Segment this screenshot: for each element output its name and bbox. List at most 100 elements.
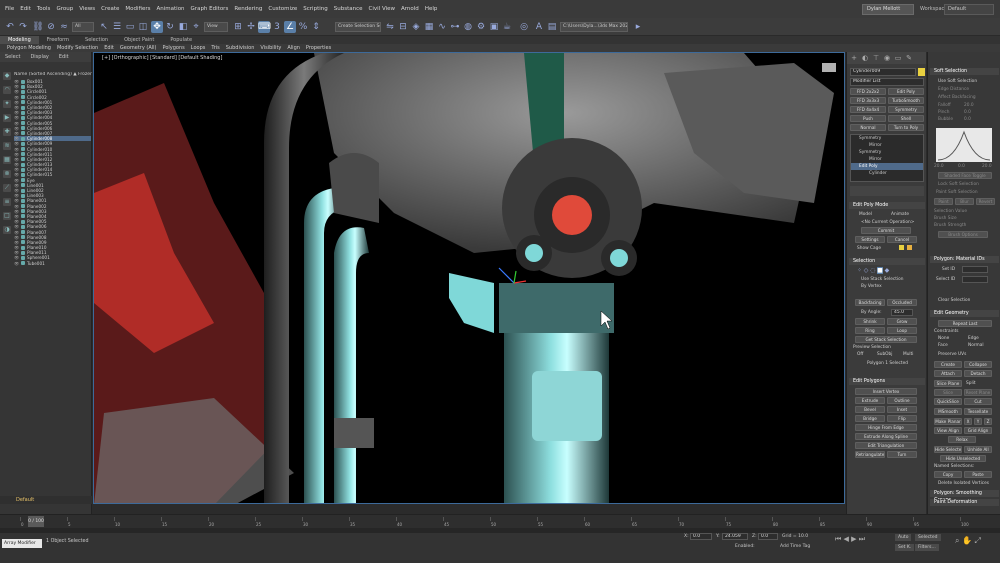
scene-tab-edit[interactable]: Edit	[54, 52, 74, 62]
snaps-toggle-icon[interactable]: 3	[271, 21, 283, 33]
set-id-field[interactable]	[962, 266, 988, 273]
filter-geometry-icon[interactable]: ◆	[3, 72, 11, 80]
ribbon-tab-modeling[interactable]: Modeling	[0, 36, 39, 44]
falloff-value[interactable]: 20.0	[964, 103, 974, 108]
tessellate-button[interactable]: Tessellate	[964, 408, 992, 415]
material-ids-rollout[interactable]: Polygon: Material IDs	[930, 256, 999, 263]
modifier-button[interactable]: Symmetry	[888, 106, 924, 113]
modifier-stack-item[interactable]: Symmetry	[851, 135, 923, 142]
add-time-tag-button[interactable]: Add Time Tag	[780, 544, 810, 549]
filter-invert-icon[interactable]: ◑	[3, 226, 11, 234]
revert-button[interactable]: Revert	[976, 198, 995, 205]
get-stack-selection-button[interactable]: Get Stack Selection	[855, 336, 917, 343]
percent-snap-icon[interactable]: %	[297, 21, 309, 33]
selection-filter-dropdown[interactable]: All	[72, 22, 94, 32]
menu-group[interactable]: Group	[53, 6, 76, 12]
element-level-icon[interactable]: ◆	[885, 267, 890, 274]
preview-multi-radio[interactable]: Multi	[903, 352, 914, 357]
brush-options-button[interactable]: Brush Options	[938, 231, 988, 238]
modifier-button[interactable]: Shell	[888, 115, 924, 122]
coord-y-field[interactable]: 24.059	[722, 533, 748, 540]
modifier-button[interactable]: FFD 3x3x3	[850, 97, 886, 104]
repeat-last-button[interactable]: Repeat Last	[938, 320, 992, 327]
smoothing-groups-rollout[interactable]: Polygon: Smoothing Groups	[930, 490, 999, 503]
unlink-icon[interactable]: ⊘	[45, 21, 57, 33]
render-frame-icon[interactable]: ▣	[488, 21, 500, 33]
menu-modifiers[interactable]: Modifiers	[122, 6, 153, 12]
mirror-icon[interactable]: ⇋	[384, 21, 396, 33]
scene-tab-select[interactable]: Select	[0, 52, 25, 62]
copy-button[interactable]: Copy	[934, 471, 962, 478]
rotate-icon[interactable]: ↻	[164, 21, 176, 33]
timeline[interactable]: 0 / 100 0 5 10 15 20 25 30 35 40 45 50 55 60 65 70 75 80…	[0, 514, 1000, 528]
ribbon-tab-populate[interactable]: Populate	[162, 36, 200, 44]
layer-footer[interactable]: Default	[0, 496, 92, 504]
select-manipulate-icon[interactable]: ✢	[245, 21, 257, 33]
redo-icon[interactable]: ↷	[17, 21, 29, 33]
edge-distance-checkbox[interactable]: Edge Distance	[938, 87, 969, 92]
paint-deformation-rollout[interactable]: Paint Deformation	[930, 499, 999, 506]
soft-selection-rollout[interactable]: Soft Selection	[930, 68, 999, 75]
selection-region-icon[interactable]: ▭	[124, 21, 136, 33]
model-radio[interactable]: Model	[859, 212, 872, 217]
ribbon-item-polygon-modeling[interactable]: Polygon Modeling	[4, 44, 54, 52]
select-by-name-icon[interactable]: ☰	[111, 21, 123, 33]
ribbon-item-modify-selection[interactable]: Modify Selection	[54, 44, 101, 52]
user-account-button[interactable]: Dylan Mellott	[862, 4, 914, 15]
planar-z-button[interactable]: Z	[984, 418, 992, 425]
cage-selected-color-swatch[interactable]	[907, 245, 912, 250]
ribbon-item-geometry-all-[interactable]: Geometry (All)	[117, 44, 160, 52]
modifier-button[interactable]: FFD 4x4x4	[850, 106, 886, 113]
menu-scripting[interactable]: Scripting	[300, 6, 330, 12]
modifier-button[interactable]: FFD 2x2x2	[850, 88, 886, 95]
view-align-button[interactable]: View Align	[934, 427, 962, 434]
ring-button[interactable]: Ring	[855, 327, 885, 334]
visibility-eye-icon[interactable]: 👁	[14, 261, 19, 266]
paste-button[interactable]: Paste	[964, 471, 992, 478]
use-soft-selection-checkbox[interactable]: Use Soft Selection	[938, 79, 977, 84]
reference-coordinate-dropdown[interactable]: View	[204, 22, 228, 32]
project-path-field[interactable]: C:\Users\Dyla...\3ds Max 2024	[560, 22, 628, 32]
grid-align-button[interactable]: Grid Align	[964, 427, 992, 434]
workspace-dropdown[interactable]: Default	[944, 4, 994, 15]
constraint-normal-radio[interactable]: Normal	[968, 343, 984, 348]
motion-tab-icon[interactable]: ◉	[883, 54, 891, 62]
pinch-value[interactable]: 0.0	[964, 110, 971, 115]
slice-plane-button[interactable]: Slice Plane	[934, 380, 962, 387]
modify-tab-icon[interactable]: ◐	[861, 54, 869, 62]
ribbon-tab-freeform[interactable]: Freeform	[39, 36, 77, 44]
by-vertex-checkbox[interactable]: By Vertex	[861, 284, 882, 289]
edit-polygon-button[interactable]: Insert Vertex	[855, 388, 917, 395]
select-object-icon[interactable]: ↖	[98, 21, 110, 33]
collapse-button[interactable]: Collapse	[964, 361, 992, 368]
edit-polygon-button[interactable]: Flip	[887, 415, 917, 422]
undo-icon[interactable]: ↶	[4, 21, 16, 33]
coord-x-field[interactable]: 0.0	[690, 533, 712, 540]
delete-isolated-vertices-checkbox[interactable]: Delete Isolated Vertices	[938, 481, 989, 486]
menu-help[interactable]: Help	[422, 6, 441, 12]
edge-level-icon[interactable]: ◇	[864, 267, 869, 274]
menu-animation[interactable]: Animation	[154, 6, 188, 12]
hierarchy-tab-icon[interactable]: ⊤	[872, 54, 880, 62]
hide-unselected-button[interactable]: Hide Unselected	[940, 455, 986, 462]
menu-tools[interactable]: Tools	[34, 6, 54, 12]
render-icon[interactable]: ☕	[501, 21, 513, 33]
modifier-stack-item[interactable]: Mirror	[851, 156, 923, 163]
edit-polygon-button[interactable]: Bevel	[855, 406, 885, 413]
folder-icon[interactable]: ▤	[546, 21, 558, 33]
by-angle-checkbox[interactable]: By Angle:	[861, 310, 882, 315]
filter-none-icon[interactable]: □	[3, 212, 11, 220]
modifier-stack-item[interactable]: Cylinder	[851, 170, 923, 177]
show-cage-checkbox[interactable]: Show Cage	[857, 246, 881, 251]
object-color-swatch[interactable]	[918, 68, 925, 76]
arnold-icon[interactable]: A	[533, 21, 545, 33]
lock-soft-selection-checkbox[interactable]: Lock Soft Selection	[938, 182, 979, 187]
quickslice-button[interactable]: QuickSlice	[934, 398, 962, 405]
menu-civil-view[interactable]: Civil View	[366, 6, 398, 12]
modifier-button[interactable]: Push	[850, 115, 886, 122]
filter-cameras-icon[interactable]: ▶	[3, 114, 11, 122]
material-editor-icon[interactable]: ◍	[462, 21, 474, 33]
ribbon-item-visibility[interactable]: Visibility	[257, 44, 284, 52]
viewport[interactable]: [+] [Orthographic] [Standard] [Default S…	[93, 52, 845, 504]
bind-spacewarp-icon[interactable]: ≈	[58, 21, 70, 33]
